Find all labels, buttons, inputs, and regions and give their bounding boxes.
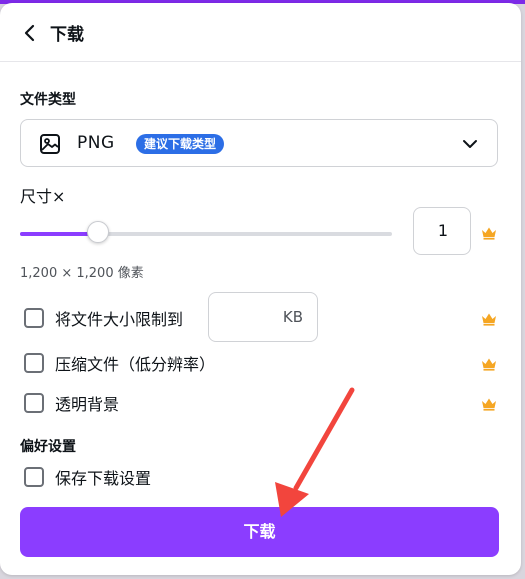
crown-icon: [482, 398, 496, 411]
transparent-bg-checkbox[interactable]: [24, 393, 44, 413]
chevron-down-icon: [463, 140, 477, 148]
limit-size-label: 将文件大小限制到: [55, 310, 184, 329]
file-type-select[interactable]: PNG 建议下载类型: [20, 119, 498, 167]
preferences-label: 偏好设置: [20, 439, 76, 455]
recommended-badge: 建议下载类型: [136, 134, 225, 154]
chevron-left-icon: [24, 24, 35, 42]
file-type-label: 文件类型: [20, 92, 76, 108]
selected-file-type: PNG: [77, 133, 115, 153]
compress-checkbox[interactable]: [24, 353, 44, 373]
image-icon: [40, 134, 60, 154]
crown-icon: [482, 358, 496, 371]
kb-limit-input[interactable]: KB: [208, 292, 318, 342]
size-scale-input[interactable]: 1: [413, 207, 471, 255]
crown-icon: [482, 313, 496, 326]
save-settings-checkbox[interactable]: [24, 467, 44, 487]
crown-icon: [482, 227, 496, 240]
slider-thumb[interactable]: [87, 221, 110, 243]
save-settings-label: 保存下载设置: [55, 469, 152, 488]
kb-unit: KB: [282, 308, 303, 326]
compress-label: 压缩文件（低分辨率）: [55, 355, 216, 374]
dimensions-text: 1,200 × 1,200 像素: [20, 266, 144, 281]
panel-header: 下载: [0, 3, 521, 62]
limit-size-checkbox[interactable]: [24, 308, 44, 328]
panel-title: 下载: [50, 25, 84, 45]
transparent-bg-label: 透明背景: [55, 395, 120, 414]
back-button[interactable]: [18, 21, 42, 45]
download-panel: 下载 文件类型 PNG 建议下载类型 尺寸× 1 1,200 × 1,200 像…: [0, 3, 521, 575]
size-slider[interactable]: [20, 221, 392, 243]
size-label: 尺寸×: [20, 187, 66, 206]
download-button[interactable]: 下载: [20, 507, 499, 557]
